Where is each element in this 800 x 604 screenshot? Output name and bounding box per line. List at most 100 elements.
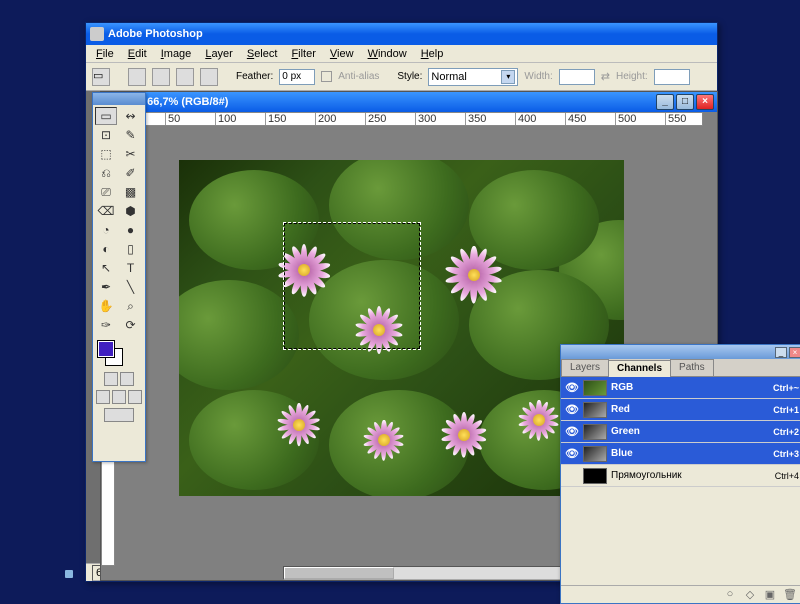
menu-window[interactable]: Window bbox=[362, 47, 413, 61]
quickmask-mode-button[interactable] bbox=[120, 372, 134, 386]
tool-13[interactable]: ● bbox=[120, 221, 142, 239]
save-selection-button[interactable]: ◇ bbox=[743, 588, 757, 602]
tool-17[interactable]: T bbox=[120, 259, 142, 277]
style-select[interactable]: Normal▾ bbox=[428, 68, 518, 86]
standard-mode-button[interactable] bbox=[104, 372, 118, 386]
channel-thumbnail bbox=[583, 446, 607, 462]
tool-19[interactable]: ╲ bbox=[120, 278, 142, 296]
screen-mode-buttons bbox=[93, 390, 145, 404]
tool-4[interactable]: ⬚ bbox=[95, 145, 117, 163]
mode-buttons bbox=[93, 372, 145, 386]
add-selection-button[interactable] bbox=[152, 68, 170, 86]
tool-8[interactable]: ⎚ bbox=[95, 183, 117, 201]
close-button[interactable]: × bbox=[696, 94, 714, 110]
channel-thumbnail bbox=[583, 380, 607, 396]
titlebar[interactable]: Adobe Photoshop bbox=[86, 23, 717, 45]
panel-tabs: Layers Channels Paths bbox=[561, 359, 800, 377]
menu-file[interactable]: File bbox=[90, 47, 120, 61]
menu-filter[interactable]: Filter bbox=[285, 47, 321, 61]
intersect-selection-button[interactable] bbox=[200, 68, 218, 86]
tool-10[interactable]: ⌫ bbox=[95, 202, 117, 220]
tool-16[interactable]: ↖ bbox=[95, 259, 117, 277]
tab-layers[interactable]: Layers bbox=[561, 359, 609, 376]
tool-6[interactable]: ⎌ bbox=[95, 164, 117, 182]
eye-icon[interactable] bbox=[565, 469, 579, 483]
foreground-color[interactable] bbox=[97, 340, 115, 358]
eye-icon[interactable]: 👁 bbox=[565, 381, 579, 395]
chevron-down-icon: ▾ bbox=[501, 70, 515, 84]
ruler-horizontal: 0501001502002503003504004505005506006507… bbox=[115, 112, 703, 126]
maximize-button[interactable]: □ bbox=[676, 94, 694, 110]
screen-mode-2[interactable] bbox=[112, 390, 126, 404]
menu-select[interactable]: Select bbox=[241, 47, 284, 61]
channel-shortcut: Ctrl+2 bbox=[773, 427, 799, 437]
tool-0[interactable]: ▭ bbox=[95, 107, 117, 125]
tool-12[interactable]: ◔ bbox=[95, 221, 117, 239]
tool-11[interactable]: ⬢ bbox=[120, 202, 142, 220]
jump-to-button[interactable] bbox=[104, 408, 134, 422]
load-selection-button[interactable]: ○ bbox=[723, 588, 737, 602]
tool-3[interactable]: ✎ bbox=[120, 126, 142, 144]
delete-channel-button[interactable]: 🗑 bbox=[783, 588, 797, 602]
panel-header[interactable]: _ × bbox=[561, 345, 800, 359]
new-selection-button[interactable] bbox=[128, 68, 146, 86]
tool-9[interactable]: ▩ bbox=[120, 183, 142, 201]
channel-row[interactable]: 👁GreenCtrl+2 bbox=[561, 421, 800, 443]
swap-icon: ⇄ bbox=[601, 70, 610, 83]
screen-mode-3[interactable] bbox=[128, 390, 142, 404]
scrollbar-thumb[interactable] bbox=[284, 567, 394, 579]
tool-23[interactable]: ⟳ bbox=[120, 316, 142, 334]
tool-21[interactable]: ⌕ bbox=[120, 297, 142, 315]
new-channel-button[interactable]: ▣ bbox=[763, 588, 777, 602]
eye-icon[interactable]: 👁 bbox=[565, 425, 579, 439]
channels-panel: _ × Layers Channels Paths 👁RGBCtrl+~👁Red… bbox=[560, 344, 800, 604]
eye-icon[interactable]: 👁 bbox=[565, 447, 579, 461]
tool-1[interactable]: ↭ bbox=[120, 107, 142, 125]
channel-thumbnail bbox=[583, 468, 607, 484]
channel-name: Прямоугольник bbox=[611, 470, 771, 481]
channel-row[interactable]: Прямоугольник Ctrl+4 bbox=[561, 465, 800, 487]
tool-5[interactable]: ✂ bbox=[120, 145, 142, 163]
tool-18[interactable]: ✒ bbox=[95, 278, 117, 296]
document-titlebar[interactable]: и.jpg @ 66,7% (RGB/8#) _ □ × bbox=[101, 92, 717, 112]
channel-shortcut: Ctrl+4 bbox=[775, 471, 799, 481]
panel-footer: ○ ◇ ▣ 🗑 bbox=[561, 585, 800, 603]
tool-7[interactable]: ✐ bbox=[120, 164, 142, 182]
tab-channels[interactable]: Channels bbox=[608, 360, 671, 377]
channel-row[interactable]: 👁RedCtrl+1 bbox=[561, 399, 800, 421]
panel-close-button[interactable]: × bbox=[789, 347, 800, 358]
tool-grid: ▭↭⊡✎⬚✂⎌✐⎚▩⌫⬢◔●◐▯↖T✒╲✋⌕✑⟳ bbox=[93, 105, 145, 336]
menu-view[interactable]: View bbox=[324, 47, 360, 61]
antialias-checkbox[interactable] bbox=[321, 71, 332, 82]
slide-bullet-icon bbox=[65, 570, 73, 578]
menu-layer[interactable]: Layer bbox=[199, 47, 239, 61]
tool-2[interactable]: ⊡ bbox=[95, 126, 117, 144]
channel-row[interactable]: 👁RGBCtrl+~ bbox=[561, 377, 800, 399]
channel-row[interactable]: 👁BlueCtrl+3 bbox=[561, 443, 800, 465]
channel-name: RGB bbox=[611, 382, 769, 393]
eye-icon[interactable]: 👁 bbox=[565, 403, 579, 417]
width-label: Width: bbox=[524, 71, 552, 82]
channel-shortcut: Ctrl+3 bbox=[773, 449, 799, 459]
feather-input[interactable] bbox=[279, 69, 315, 85]
menu-image[interactable]: Image bbox=[155, 47, 198, 61]
width-input bbox=[559, 69, 595, 85]
subtract-selection-button[interactable] bbox=[176, 68, 194, 86]
marquee-selection[interactable] bbox=[283, 222, 421, 350]
tool-14[interactable]: ◐ bbox=[95, 240, 117, 258]
jump-button-row bbox=[93, 408, 145, 422]
height-label: Height: bbox=[616, 71, 648, 82]
tool-preset-button[interactable]: ▭ bbox=[92, 68, 110, 86]
channel-name: Red bbox=[611, 404, 769, 415]
menu-help[interactable]: Help bbox=[415, 47, 450, 61]
style-label: Style: bbox=[397, 71, 422, 82]
menu-edit[interactable]: Edit bbox=[122, 47, 153, 61]
panel-minimize-button[interactable]: _ bbox=[775, 347, 787, 358]
tool-15[interactable]: ▯ bbox=[120, 240, 142, 258]
tool-20[interactable]: ✋ bbox=[95, 297, 117, 315]
tab-paths[interactable]: Paths bbox=[670, 359, 714, 376]
screen-mode-1[interactable] bbox=[96, 390, 110, 404]
minimize-button[interactable]: _ bbox=[656, 94, 674, 110]
toolbox-header[interactable] bbox=[93, 93, 145, 105]
tool-22[interactable]: ✑ bbox=[95, 316, 117, 334]
